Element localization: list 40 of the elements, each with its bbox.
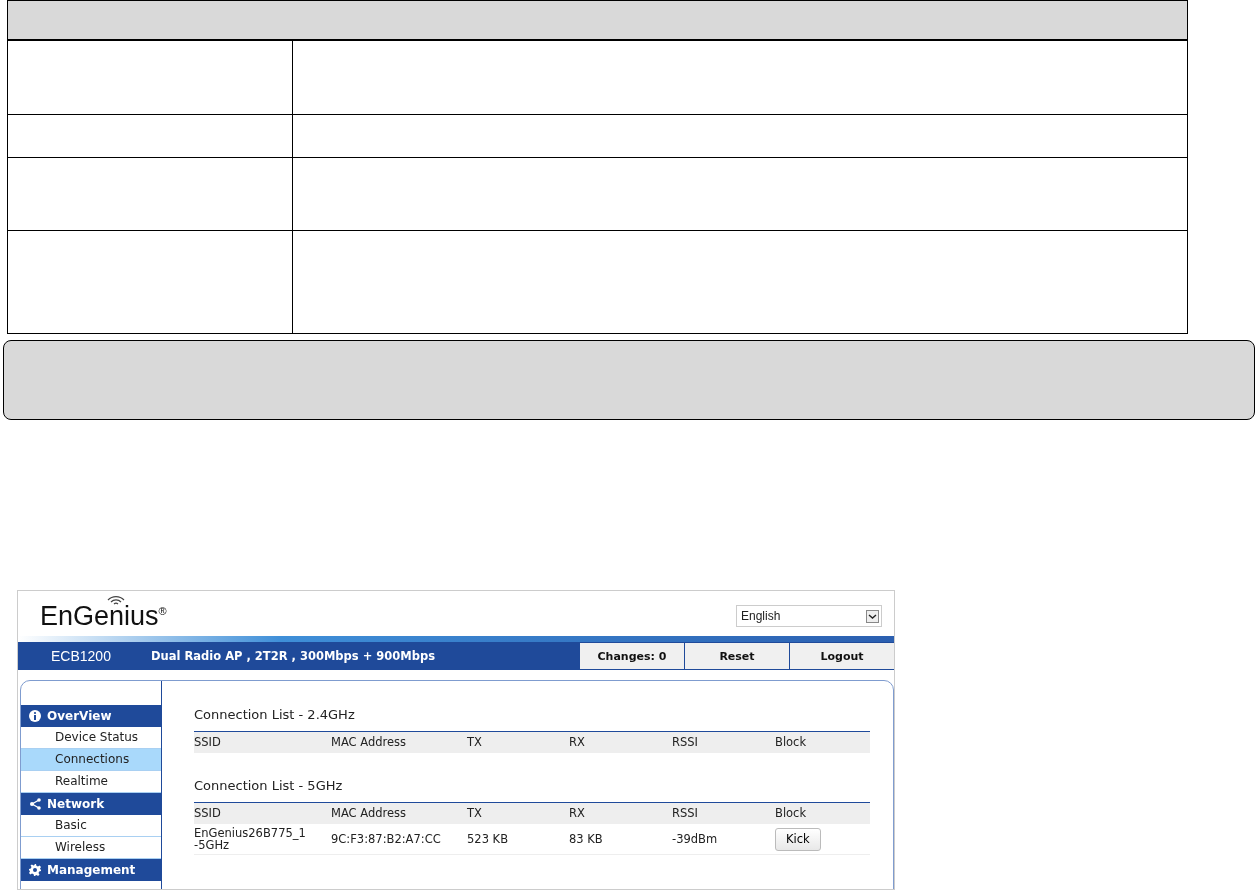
logo: EnGenius$^{®}$ — [40, 601, 167, 632]
info-icon — [29, 710, 41, 722]
sidebar-item[interactable]: Connections — [21, 749, 161, 771]
sidebar-section[interactable]: Management — [21, 859, 161, 881]
gear-icon — [29, 864, 41, 876]
column-header: SSID — [194, 732, 331, 753]
wifi-icon — [107, 594, 125, 605]
table-cell: 9C:F3:87:B2:A7:CC — [331, 833, 441, 845]
language-select[interactable]: English — [736, 605, 882, 627]
column-header: MAC Address — [331, 732, 467, 753]
kick-button[interactable]: Kick — [775, 827, 821, 851]
header-button[interactable]: Reset — [684, 643, 789, 669]
column-header: RX — [569, 732, 672, 753]
caret-icon — [866, 609, 879, 623]
column-header: RSSI — [672, 732, 775, 753]
section-title: Connection List - 2.4GHz — [194, 707, 356, 722]
table-cell: 523 KB — [467, 833, 509, 845]
header-button[interactable]: Changes: 0 — [579, 643, 684, 669]
column-header: Block — [775, 732, 870, 753]
column-header: Block — [775, 803, 870, 824]
section-title: Connection List - 5GHz — [194, 778, 344, 793]
model-name: ECB1200 — [50, 648, 112, 664]
column-header: MAC Address — [331, 803, 467, 824]
device-description: Dual Radio AP , 2T2R , 300Mbps + 900Mbps — [151, 649, 437, 663]
sidebar-section[interactable]: Network — [21, 793, 161, 815]
table-cell: 83 KB — [569, 833, 603, 845]
column-header: RSSI — [672, 803, 775, 824]
table-cell: -39dBm — [672, 833, 718, 845]
column-header: TX — [467, 732, 569, 753]
table-cell-text: EnGenius26B775_1 -5GHz — [194, 827, 307, 851]
column-header: RX — [569, 803, 672, 824]
section-title: Network — [47, 797, 105, 811]
column-header: TX — [467, 803, 569, 824]
sidebar-item[interactable]: Basic — [21, 815, 161, 837]
sidebar-section[interactable]: OverView — [21, 705, 161, 727]
header-button[interactable]: Logout — [789, 643, 894, 669]
share-icon — [29, 798, 41, 810]
column-header: SSID — [194, 803, 331, 824]
section-title: Management — [47, 863, 136, 877]
section-title: OverView — [47, 709, 112, 723]
